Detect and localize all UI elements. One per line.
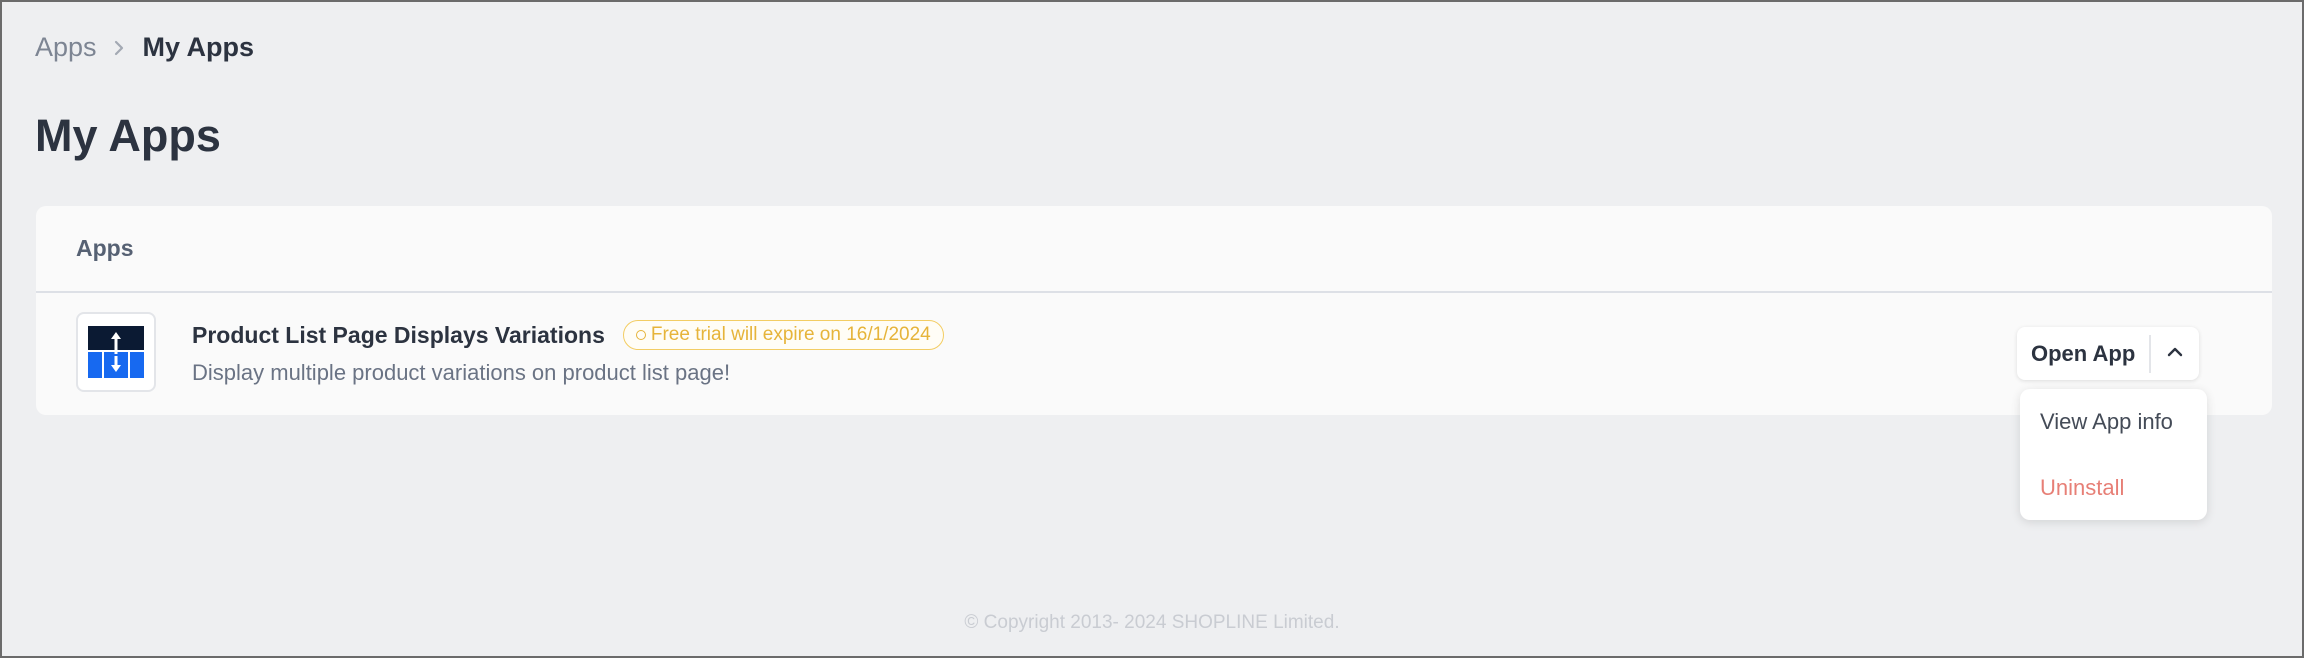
chevron-right-icon xyxy=(113,39,125,57)
toggle-menu-button[interactable] xyxy=(2151,327,2199,380)
app-actions-menu: View App info Uninstall xyxy=(2020,389,2207,520)
copyright-footer: © Copyright 2013- 2024 SHOPLINE Limited. xyxy=(964,612,1340,633)
open-app-button[interactable]: Open App xyxy=(2017,327,2149,380)
open-app-split-button: Open App xyxy=(2017,327,2200,380)
app-name: Product List Page Displays Variations xyxy=(192,321,605,348)
breadcrumb-current: My Apps xyxy=(142,32,255,62)
trial-badge-text: Free trial will expire on 16/1/2024 xyxy=(650,324,931,345)
apps-card: Apps Product List Page Displays Variatio… xyxy=(36,206,2272,415)
trial-status-badge: Free trial will expire on 16/1/2024 xyxy=(622,320,944,350)
breadcrumb-apps-link[interactable]: Apps xyxy=(35,32,97,63)
app-row: Product List Page Displays Variations Fr… xyxy=(36,293,2272,415)
apps-card-header: Apps xyxy=(36,206,2272,293)
page-title: My Apps xyxy=(35,110,221,161)
uninstall-menu-item[interactable]: Uninstall xyxy=(2040,475,2124,501)
breadcrumb: Apps My Apps xyxy=(35,32,254,63)
status-dot-icon xyxy=(635,330,646,340)
app-description: Display multiple product variations on p… xyxy=(192,360,731,385)
app-title-line: Product List Page Displays Variations Fr… xyxy=(192,320,944,350)
app-logo-icon xyxy=(76,312,156,392)
chevron-up-icon xyxy=(2166,345,2184,363)
view-app-info-menu-item[interactable]: View App info xyxy=(2040,409,2173,435)
